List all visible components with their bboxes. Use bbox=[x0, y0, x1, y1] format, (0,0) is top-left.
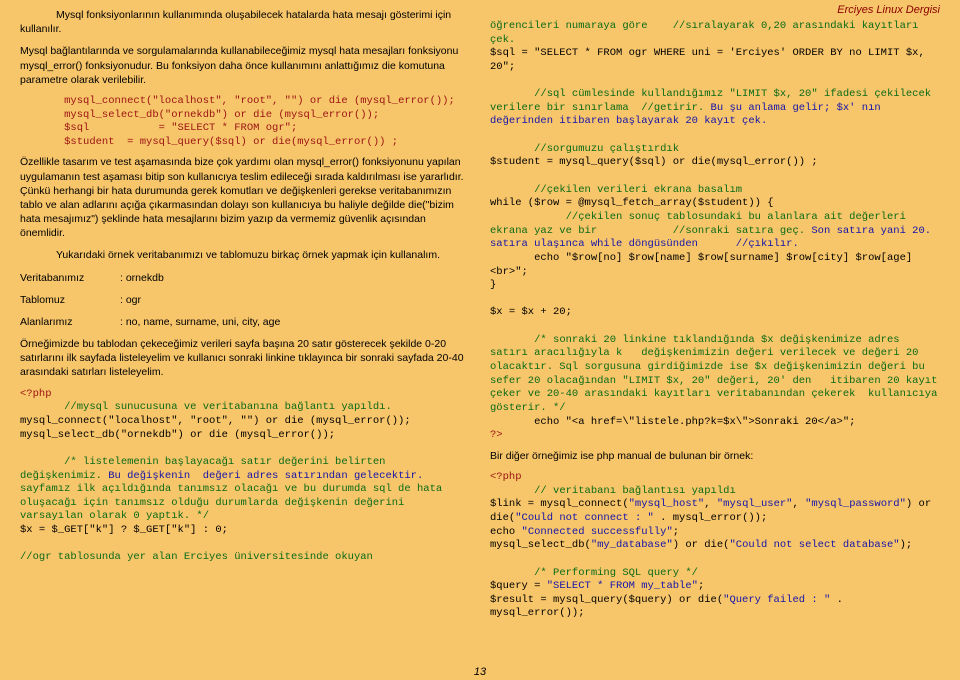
code-block-2: <?php //mysql sunucusuna ve veritabanına… bbox=[20, 388, 470, 565]
para-explain-1: Özellikle tasarım ve test aşamasında biz… bbox=[20, 155, 470, 240]
para-example-desc: Örneğimizde bu tablodan çekeceğimiz veri… bbox=[20, 337, 470, 380]
table-row-info: Tablomuz: ogr bbox=[20, 293, 470, 307]
code-block-3: <?php // veritabanı bağlantısı yapıldı $… bbox=[490, 471, 940, 621]
code-block-2-cont: öğrencileri numaraya göre //sıralayarak … bbox=[490, 20, 940, 443]
fields-row: Alanlarımız: no, name, surname, uni, cit… bbox=[20, 315, 470, 329]
code-block-1: mysql_connect("localhost", "root", "") o… bbox=[20, 95, 470, 150]
db-row: Veritabanımız: ornekdb bbox=[20, 271, 470, 285]
para-intro-1: Mysql fonksiyonlarının kullanımında oluş… bbox=[20, 8, 470, 36]
para-example-intro: Yukarıdaki örnek veritabanımızı ve tablo… bbox=[20, 248, 470, 262]
right-column: öğrencileri numaraya göre //sıralayarak … bbox=[490, 8, 940, 627]
page-number: 13 bbox=[474, 666, 486, 678]
para-other-example: Bir diğer örneğimiz ise php manual de bu… bbox=[490, 449, 940, 463]
para-intro-2: Mysql bağlantılarında ve sorgulamalarınd… bbox=[20, 44, 470, 87]
page-content: Mysql fonksiyonlarının kullanımında oluş… bbox=[0, 0, 960, 627]
left-column: Mysql fonksiyonlarının kullanımında oluş… bbox=[20, 8, 470, 627]
